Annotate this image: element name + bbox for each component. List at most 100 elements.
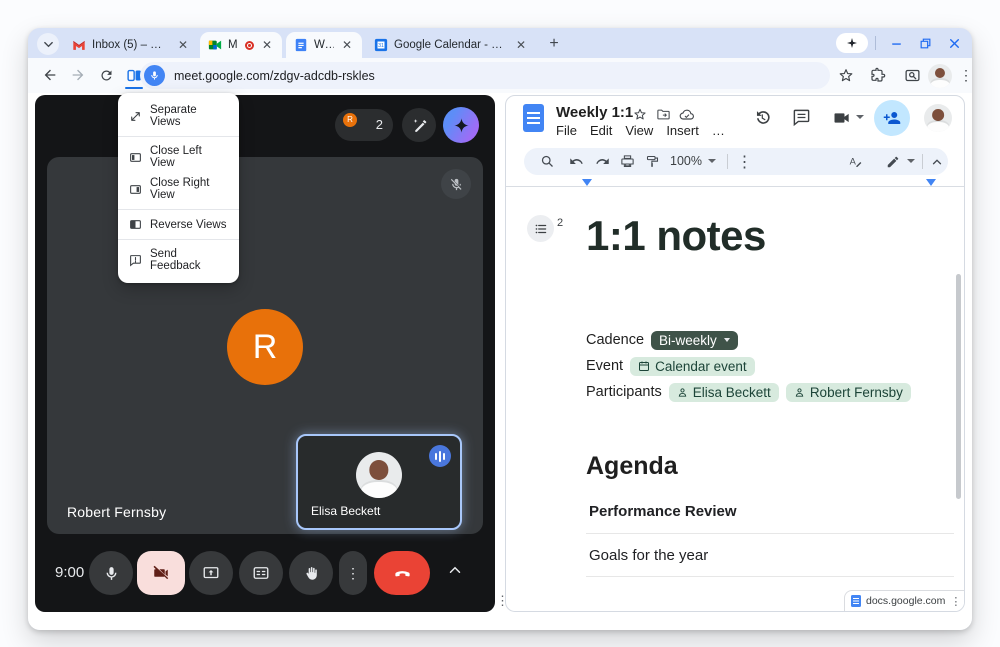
undo-button[interactable] (568, 153, 585, 170)
docs-icon (851, 595, 861, 607)
participants-label[interactable]: Participants (586, 384, 662, 400)
profile-avatar[interactable] (928, 64, 952, 88)
event-label[interactable]: Event (586, 358, 623, 374)
print-button[interactable] (619, 153, 636, 170)
browser-menu-button[interactable]: ⋮ (954, 63, 978, 87)
mic-button[interactable] (89, 551, 133, 595)
menu-file[interactable]: File (556, 123, 577, 138)
version-history-button[interactable] (753, 108, 772, 132)
present-button[interactable] (189, 551, 233, 595)
paint-roller-icon (645, 154, 660, 169)
join-call-button[interactable] (832, 108, 852, 133)
menu-insert[interactable]: Insert (666, 123, 699, 138)
back-button[interactable] (38, 63, 62, 87)
extensions-button[interactable] (866, 63, 890, 87)
agenda-item[interactable]: Goals for the year (589, 547, 708, 564)
participant-avatar-r: R (343, 113, 357, 127)
reload-button[interactable] (94, 63, 118, 87)
menu-view[interactable]: View (625, 123, 653, 138)
tab-docs[interactable]: Weekly 1 ✕ (286, 32, 362, 58)
site-badge[interactable]: docs.google.com ⋮ (844, 590, 964, 611)
bookmark-button[interactable] (834, 63, 858, 87)
annotate-button[interactable] (402, 108, 436, 142)
participant-count: 2 (376, 117, 383, 132)
controls-expand-button[interactable] (446, 561, 464, 584)
search-tabs-button[interactable] (900, 63, 924, 87)
zoom-select[interactable]: 100% (670, 154, 702, 168)
gemini-button[interactable] (443, 107, 479, 143)
menu-item-close-right-view[interactable]: Close Right View (118, 173, 239, 205)
minimize-button[interactable] (886, 33, 906, 53)
menu-overflow[interactable]: … (712, 123, 725, 138)
redo-button[interactable] (594, 153, 611, 170)
toolbar-overflow-button[interactable]: ⋮ (736, 153, 753, 170)
back-icon (42, 67, 58, 83)
pip-video-tile[interactable]: Elisa Beckett (296, 434, 462, 530)
tabs-outline-button[interactable] (527, 215, 554, 242)
menu-item-label: Separate Views (150, 104, 228, 128)
present-icon (202, 564, 220, 582)
scrollbar[interactable] (956, 274, 961, 499)
more-options-button[interactable]: ⋮ (339, 551, 367, 595)
share-button[interactable] (874, 100, 910, 136)
join-call-caret-icon[interactable] (856, 115, 864, 119)
agenda-heading[interactable]: Agenda (586, 452, 678, 481)
search-menus-button[interactable] (539, 153, 556, 170)
divider (586, 576, 954, 577)
participant-chip[interactable]: Robert Fernsby (786, 383, 911, 402)
end-call-button[interactable] (374, 551, 430, 595)
site-badge-menu[interactable]: ⋮ (950, 595, 961, 608)
right-indent-marker[interactable] (926, 179, 936, 186)
cadence-dropdown-chip[interactable]: Bi-weekly (651, 331, 738, 350)
menu-item-label: Send Feedback (150, 248, 228, 272)
agenda-item[interactable]: Performance Review (589, 503, 737, 520)
editing-mode-button[interactable] (884, 153, 901, 170)
paint-format-button[interactable] (644, 153, 661, 170)
left-indent-marker[interactable] (582, 179, 592, 186)
comments-button[interactable] (792, 108, 811, 132)
tab-search-button[interactable] (37, 33, 59, 55)
menu-item-close-left-view[interactable]: Close Left View (118, 141, 239, 173)
tab-search-icon (904, 67, 921, 84)
camera-off-button[interactable] (137, 551, 185, 595)
doc-heading[interactable]: 1:1 notes (586, 212, 766, 260)
forward-button[interactable] (66, 63, 90, 87)
close-window-button[interactable] (944, 33, 964, 53)
document-title[interactable]: Weekly 1:1 (556, 104, 633, 121)
main-video-tile[interactable]: R Robert Fernsby Elisa Beckett (47, 157, 483, 534)
menu-item-separate-views[interactable]: Separate Views (118, 100, 239, 132)
site-info-button[interactable] (144, 65, 165, 86)
divider (118, 209, 239, 210)
address-bar[interactable]: meet.google.com/zdgv-adcdb-rskles (140, 62, 830, 89)
camera-off-icon (152, 564, 170, 582)
tab-meet[interactable]: Meet - ✕ (200, 32, 282, 58)
forward-icon (70, 67, 86, 83)
cadence-label[interactable]: Cadence (586, 332, 644, 348)
tab-strip: Inbox (5) – Gmail ✕ Meet - ✕ Weekly 1 ✕ … (28, 28, 972, 58)
calendar-event-chip[interactable]: Calendar event (630, 357, 755, 376)
captions-button[interactable] (239, 551, 283, 595)
captions-icon (252, 564, 270, 582)
raise-hand-button[interactable] (289, 551, 333, 595)
tab-gmail[interactable]: Inbox (5) – Gmail ✕ (64, 32, 198, 58)
hide-menus-button[interactable] (928, 153, 945, 170)
participant-chip[interactable]: Elisa Beckett (669, 383, 779, 402)
menu-item-reverse-views[interactable]: Reverse Views (118, 214, 239, 235)
menu-edit[interactable]: Edit (590, 123, 612, 138)
tab-close-icon[interactable]: ✕ (260, 38, 274, 52)
restore-button[interactable] (915, 33, 935, 53)
participants-button[interactable]: R 2 (335, 109, 393, 141)
sparkle-button[interactable] (836, 33, 868, 53)
tab-close-icon[interactable]: ✕ (340, 38, 354, 52)
tab-close-icon[interactable]: ✕ (514, 38, 528, 52)
feedback-icon (129, 254, 142, 267)
spelling-suggestions-button[interactable]: A (846, 153, 863, 170)
divider (118, 239, 239, 240)
tab-calendar[interactable]: 31 Google Calendar - week of ✕ (366, 32, 536, 58)
participants-row: Participants Elisa Beckett Robert Fernsb… (586, 381, 911, 403)
tab-close-icon[interactable]: ✕ (176, 38, 190, 52)
new-tab-button[interactable]: + (544, 34, 564, 54)
docs-profile-avatar[interactable] (924, 104, 952, 132)
tab-title: Inbox (5) – Gmail (92, 39, 170, 51)
menu-item-send-feedback[interactable]: Send Feedback (118, 244, 239, 276)
